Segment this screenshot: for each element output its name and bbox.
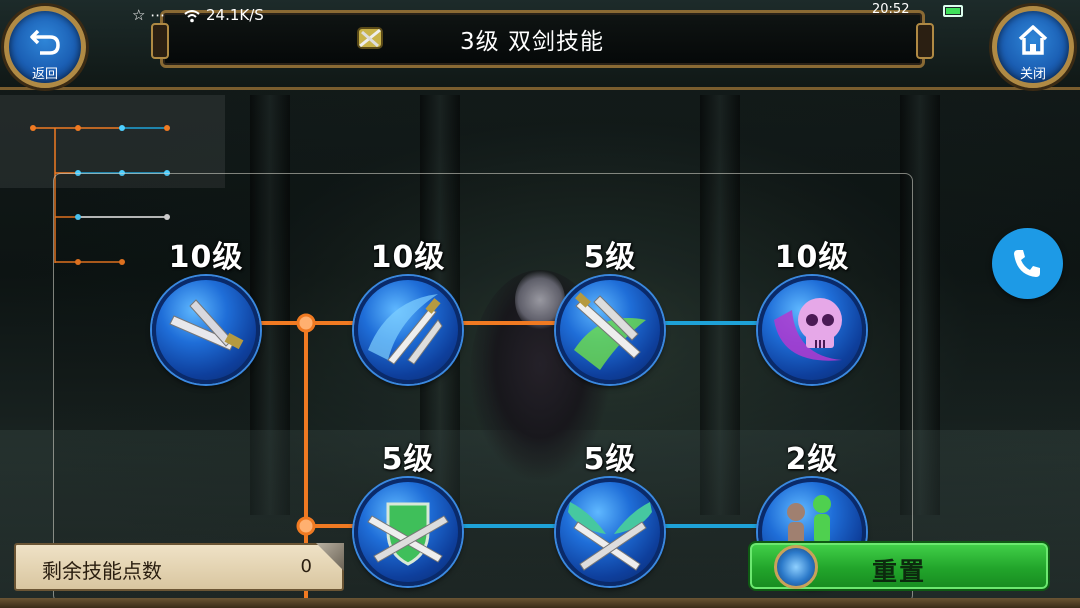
skill-level: 10级 [370,240,446,275]
skull-slash-icon [758,276,866,384]
skill-node[interactable]: 10级 [758,240,866,384]
skill-node[interactable]: 5级 [556,240,664,384]
skill-node[interactable]: 10级 [152,240,260,384]
blue-slash-swords-icon [354,276,462,384]
skill-level: 2级 [785,442,839,477]
link-junction [296,516,316,536]
reset-button-label: 重置 [872,557,927,586]
skill-points-panel: 剩余技能点数 0 [14,543,344,591]
crossed-swords-icon [152,276,260,384]
skill-node[interactable]: 5级 [556,442,664,586]
link-junction [296,313,316,333]
panel-corner-decoration [316,543,344,571]
skill-level: 5级 [583,240,637,275]
green-slash-swords-icon [556,276,664,384]
skill-points-label: 剩余技能点数 [42,559,162,583]
shield-swords-icon [354,478,462,586]
skill-level: 10级 [168,240,244,275]
reset-button[interactable]: 重置 [748,541,1050,591]
skill-level: 10级 [774,240,850,275]
bottom-frame [0,598,1080,608]
phone-icon [1014,250,1040,277]
winged-swords-icon [556,478,664,586]
skill-level: 5级 [381,442,435,477]
reset-gem-icon [774,545,818,589]
skill-node[interactable]: 10级 [354,240,462,384]
skill-node[interactable]: 5级 [354,442,462,586]
skill-points-value: 0 [300,556,312,577]
skill-level: 5级 [583,442,637,477]
call-button[interactable] [992,228,1063,299]
